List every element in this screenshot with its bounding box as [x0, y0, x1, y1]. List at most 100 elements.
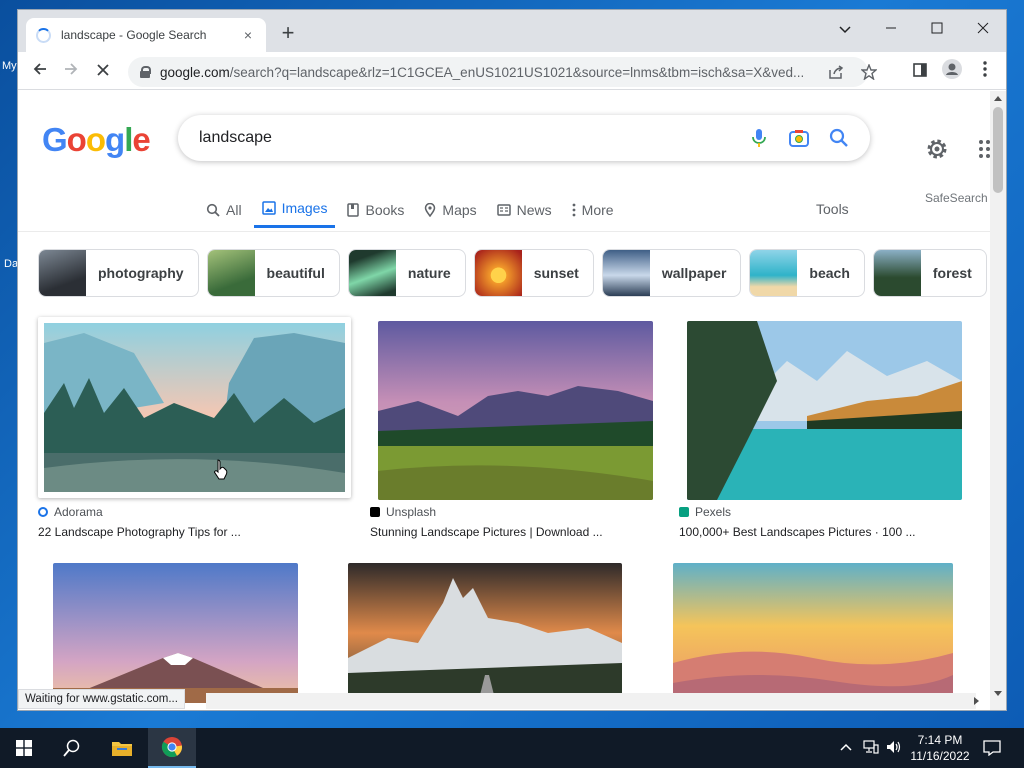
result-image-frame[interactable]: [348, 563, 622, 703]
image-icon: [261, 201, 276, 215]
chevron-down-icon: [839, 26, 851, 34]
result-image-frame[interactable]: [673, 563, 953, 703]
book-icon: [347, 202, 360, 217]
url-text[interactable]: google.com/search?q=landscape&rlz=1C1GCE…: [160, 65, 820, 80]
image-result[interactable]: [348, 563, 622, 703]
image-result[interactable]: Unsplash Stunning Landscape Pictures | D…: [370, 317, 655, 547]
tab-label: All: [226, 201, 242, 218]
file-explorer-button[interactable]: [98, 728, 146, 768]
arrow-right-icon: [65, 63, 78, 75]
lock-icon: [140, 66, 151, 78]
tab-label: More: [581, 201, 614, 218]
url-path: /search?q=landscape&rlz=1C1GCEA_enUS1021…: [229, 64, 805, 80]
image-result[interactable]: [53, 563, 298, 703]
tab-images[interactable]: Images: [253, 191, 336, 228]
tab-all[interactable]: All: [198, 191, 250, 228]
desktop-icon-label[interactable]: My: [2, 60, 17, 72]
result-title[interactable]: 100,000+ Best Landscapes Pictures · 100 …: [679, 525, 915, 539]
result-title[interactable]: Stunning Landscape Pictures | Download .…: [370, 525, 603, 539]
scroll-down-icon[interactable]: [994, 691, 1002, 697]
map-pin-icon: [425, 202, 436, 217]
image-result[interactable]: Pexels 100,000+ Best Landscapes Pictures…: [679, 317, 964, 547]
image-result[interactable]: Adorama 22 Landscape Photography Tips fo…: [38, 317, 353, 547]
settings-gear-icon[interactable]: [925, 137, 949, 161]
desktop-icon-label[interactable]: Da: [4, 258, 18, 270]
search-nav-tabs: All Images Books Maps News More: [198, 191, 626, 231]
notifications-icon[interactable]: [983, 740, 1001, 756]
chip-thumbnail: [873, 250, 921, 296]
stop-loading-button[interactable]: [91, 59, 115, 83]
result-source[interactable]: Pexels: [679, 505, 731, 519]
result-image-frame[interactable]: [687, 321, 962, 500]
tab-more[interactable]: More: [564, 191, 622, 228]
microphone-icon[interactable]: [748, 127, 770, 149]
taskbar-search-button[interactable]: [48, 728, 96, 768]
chip-forest[interactable]: forest: [872, 249, 987, 297]
google-logo[interactable]: Google: [42, 121, 151, 159]
scroll-right-icon[interactable]: [974, 697, 980, 705]
chip-nature[interactable]: nature: [347, 249, 466, 297]
back-button[interactable]: [28, 59, 52, 83]
bookmark-star-icon[interactable]: [861, 64, 877, 80]
chip-beautiful[interactable]: beautiful: [206, 249, 340, 297]
result-image: [53, 563, 298, 703]
result-source[interactable]: Adorama: [38, 505, 103, 519]
minimize-button[interactable]: [868, 16, 914, 44]
side-panel-icon: [913, 63, 927, 77]
image-result[interactable]: [673, 563, 953, 703]
address-bar[interactable]: google.com/search?q=landscape&rlz=1C1GCE…: [128, 57, 877, 87]
more-vert-icon: [572, 203, 576, 216]
tab-books[interactable]: Books: [339, 191, 412, 228]
result-image: [673, 563, 953, 703]
tools-button[interactable]: Tools: [816, 201, 849, 217]
side-panel-button[interactable]: [908, 59, 932, 83]
new-tab-button[interactable]: +: [276, 22, 300, 46]
result-title[interactable]: 22 Landscape Photography Tips for ...: [38, 525, 241, 539]
chip-sunset[interactable]: sunset: [473, 249, 594, 297]
chip-beach[interactable]: beach: [749, 249, 865, 297]
source-name: Pexels: [695, 505, 732, 519]
search-icon: [63, 739, 80, 757]
result-image: [348, 563, 622, 703]
result-image-frame[interactable]: [378, 321, 653, 500]
close-window-button[interactable]: [960, 16, 1006, 44]
more-vert-icon: [983, 61, 987, 77]
loading-spinner-icon: [36, 27, 51, 43]
browser-tab[interactable]: landscape - Google Search ×: [26, 18, 266, 52]
network-icon[interactable]: [863, 740, 879, 754]
tab-strip: landscape - Google Search × +: [18, 10, 1006, 52]
result-source[interactable]: Unsplash: [370, 505, 436, 519]
chip-wallpaper[interactable]: wallpaper: [601, 249, 742, 297]
vertical-scrollbar[interactable]: [990, 91, 1006, 710]
google-apps-icon[interactable]: [978, 139, 990, 159]
clock-date: 11/16/2022: [910, 749, 970, 763]
logo-letter: o: [66, 121, 87, 158]
chip-photography[interactable]: photography: [38, 249, 199, 297]
start-button[interactable]: [0, 728, 48, 768]
browser-menu-button[interactable]: [973, 59, 997, 83]
tab-maps[interactable]: Maps: [416, 191, 484, 228]
result-image-frame[interactable]: [53, 563, 298, 703]
taskbar-clock[interactable]: 7:14 PM 11/16/2022: [910, 732, 970, 764]
volume-icon[interactable]: [886, 740, 902, 754]
tab-close-icon[interactable]: ×: [240, 27, 256, 43]
tab-news[interactable]: News: [489, 191, 560, 228]
profile-button[interactable]: [940, 59, 964, 83]
tab-title: landscape - Google Search: [61, 28, 207, 42]
maximize-button[interactable]: [914, 16, 960, 44]
source-name: Unsplash: [386, 505, 437, 519]
camera-lens-icon[interactable]: [788, 127, 810, 149]
windows-logo-icon: [16, 740, 32, 756]
tab-search-button[interactable]: [822, 16, 868, 44]
scrollbar-thumb[interactable]: [993, 107, 1003, 193]
scroll-up-icon[interactable]: [994, 95, 1002, 101]
chevron-up-icon[interactable]: [840, 743, 852, 751]
share-icon[interactable]: [828, 65, 844, 79]
safesearch-link[interactable]: SafeSearch: [925, 191, 988, 205]
search-icon[interactable]: [828, 127, 850, 149]
horizontal-scrollbar[interactable]: [206, 693, 979, 709]
forward-button[interactable]: [59, 59, 83, 83]
chrome-taskbar-button[interactable]: [148, 728, 196, 768]
result-image-frame[interactable]: [38, 317, 351, 498]
search-input[interactable]: [199, 129, 719, 147]
